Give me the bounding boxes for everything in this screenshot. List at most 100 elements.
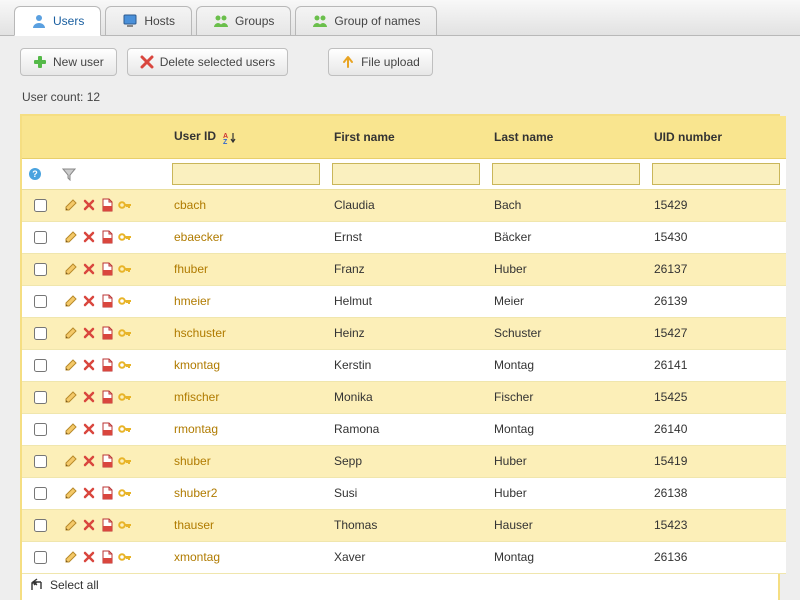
cell-last-name: Huber [486, 253, 646, 285]
col-header-first-name[interactable]: First name [326, 116, 486, 158]
cell-first-name: Ramona [326, 413, 486, 445]
edit-icon[interactable] [64, 230, 78, 244]
edit-icon[interactable] [64, 198, 78, 212]
col-header-uid-number[interactable]: UID number [646, 116, 786, 158]
user-id-link[interactable]: rmontag [174, 422, 218, 436]
key-icon[interactable] [118, 262, 132, 276]
delete-icon[interactable] [82, 326, 96, 340]
user-id-link[interactable]: hschuster [174, 326, 226, 340]
edit-icon[interactable] [64, 486, 78, 500]
edit-icon[interactable] [64, 550, 78, 564]
delete-icon[interactable] [82, 390, 96, 404]
key-icon[interactable] [118, 518, 132, 532]
col-header-user-id[interactable]: User ID AZ [166, 116, 326, 158]
edit-icon[interactable] [64, 358, 78, 372]
user-id-link[interactable]: shuber [174, 454, 211, 468]
pdf-icon[interactable] [100, 230, 114, 244]
key-icon[interactable] [118, 230, 132, 244]
filter-first-name-input[interactable] [332, 163, 480, 185]
user-id-link[interactable]: xmontag [174, 550, 220, 564]
delete-icon[interactable] [82, 198, 96, 212]
delete-selected-button[interactable]: Delete selected users [127, 48, 288, 76]
delete-icon[interactable] [82, 294, 96, 308]
edit-icon[interactable] [64, 390, 78, 404]
row-checkbox[interactable] [34, 519, 47, 532]
delete-icon[interactable] [82, 454, 96, 468]
edit-icon[interactable] [64, 518, 78, 532]
edit-icon[interactable] [64, 326, 78, 340]
pdf-icon[interactable] [100, 326, 114, 340]
cell-uid-number: 26141 [646, 349, 786, 381]
help-icon[interactable]: ? [28, 167, 42, 181]
row-checkbox[interactable] [34, 295, 47, 308]
pdf-icon[interactable] [100, 390, 114, 404]
pdf-icon[interactable] [100, 422, 114, 436]
edit-icon[interactable] [64, 294, 78, 308]
delete-icon[interactable] [82, 262, 96, 276]
row-checkbox[interactable] [34, 455, 47, 468]
key-icon[interactable] [118, 390, 132, 404]
user-id-link[interactable]: cbach [174, 198, 206, 212]
row-checkbox[interactable] [34, 359, 47, 372]
table-row: cbachClaudiaBach15429 [22, 189, 786, 221]
new-user-button[interactable]: New user [20, 48, 117, 76]
pdf-icon[interactable] [100, 358, 114, 372]
row-checkbox[interactable] [34, 199, 47, 212]
tab-groups[interactable]: Groups [196, 6, 291, 35]
pdf-icon[interactable] [100, 198, 114, 212]
user-icon [31, 13, 47, 29]
filter-last-name-input[interactable] [492, 163, 640, 185]
edit-icon[interactable] [64, 262, 78, 276]
key-icon[interactable] [118, 422, 132, 436]
user-id-link[interactable]: mfischer [174, 390, 219, 404]
key-icon[interactable] [118, 198, 132, 212]
key-icon[interactable] [118, 550, 132, 564]
user-count-label: User count: 12 [22, 90, 780, 104]
user-id-link[interactable]: fhuber [174, 262, 208, 276]
tab-label: Group of names [334, 14, 420, 28]
delete-icon[interactable] [82, 550, 96, 564]
tab-group-of-names[interactable]: Group of names [295, 6, 437, 35]
key-icon[interactable] [118, 454, 132, 468]
pdf-icon[interactable] [100, 294, 114, 308]
key-icon[interactable] [118, 326, 132, 340]
file-upload-button[interactable]: File upload [328, 48, 433, 76]
user-id-link[interactable]: shuber2 [174, 486, 217, 500]
pdf-icon[interactable] [100, 454, 114, 468]
user-id-link[interactable]: ebaecker [174, 230, 223, 244]
row-checkbox[interactable] [34, 487, 47, 500]
user-id-link[interactable]: thauser [174, 518, 214, 532]
delete-icon[interactable] [82, 358, 96, 372]
edit-icon[interactable] [64, 422, 78, 436]
row-checkbox[interactable] [34, 423, 47, 436]
pdf-icon[interactable] [100, 550, 114, 564]
key-icon[interactable] [118, 486, 132, 500]
cell-uid-number: 15423 [646, 509, 786, 541]
delete-icon[interactable] [82, 422, 96, 436]
action-bar: New user Delete selected users File uplo… [20, 48, 780, 76]
tab-hosts[interactable]: Hosts [105, 6, 192, 35]
row-checkbox[interactable] [34, 391, 47, 404]
pdf-icon[interactable] [100, 518, 114, 532]
delete-icon[interactable] [82, 518, 96, 532]
row-checkbox[interactable] [34, 263, 47, 276]
filter-funnel-icon[interactable] [62, 167, 76, 181]
button-label: New user [53, 55, 104, 69]
user-id-link[interactable]: kmontag [174, 358, 220, 372]
filter-uid-number-input[interactable] [652, 163, 780, 185]
pdf-icon[interactable] [100, 486, 114, 500]
user-id-link[interactable]: hmeier [174, 294, 211, 308]
row-checkbox[interactable] [34, 551, 47, 564]
row-checkbox[interactable] [34, 231, 47, 244]
delete-icon[interactable] [82, 230, 96, 244]
delete-icon[interactable] [82, 486, 96, 500]
tab-users[interactable]: Users [14, 6, 101, 36]
filter-user-id-input[interactable] [172, 163, 320, 185]
col-header-last-name[interactable]: Last name [486, 116, 646, 158]
edit-icon[interactable] [64, 454, 78, 468]
select-all-row[interactable]: Select all [22, 574, 778, 600]
row-checkbox[interactable] [34, 327, 47, 340]
key-icon[interactable] [118, 358, 132, 372]
key-icon[interactable] [118, 294, 132, 308]
pdf-icon[interactable] [100, 262, 114, 276]
